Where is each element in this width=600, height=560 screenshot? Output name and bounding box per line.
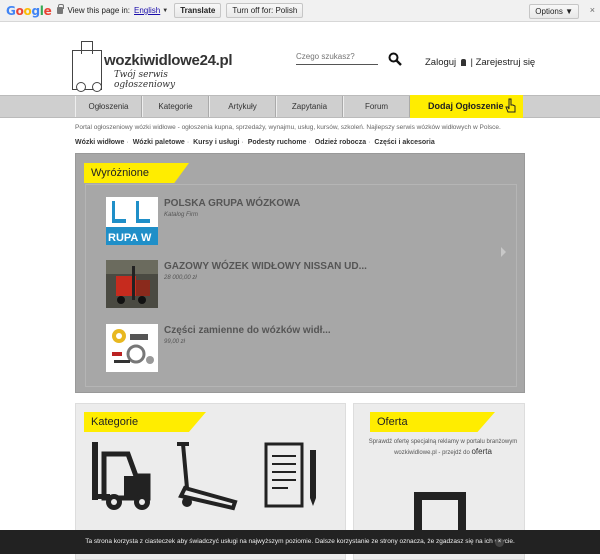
translate-button[interactable]: Translate (174, 3, 222, 18)
category-link[interactable]: Wózki paletowe (133, 139, 185, 146)
clipboard-icon[interactable] (264, 442, 320, 512)
register-link[interactable]: Zarejestruj się (476, 57, 536, 68)
featured-subtitle: Katalog Firm (164, 212, 199, 218)
turn-off-button[interactable]: Turn off for: Polish (226, 3, 304, 18)
separator: | (470, 57, 473, 68)
lock-icon (57, 4, 65, 14)
category-link[interactable]: Wózki widłowe (75, 139, 124, 146)
nav-item-kategorie[interactable]: Kategorie (142, 96, 209, 117)
cookie-text: Ta strona korzysta z ciasteczek aby świa… (85, 538, 515, 545)
nav-item-zapytania[interactable]: Zapytania (276, 96, 343, 117)
search-field[interactable] (296, 52, 378, 65)
featured-subtitle: 28 000,00 zł (164, 275, 197, 281)
hand-pointer-icon (505, 98, 516, 113)
close-icon[interactable]: × (495, 538, 504, 547)
search-input[interactable] (296, 52, 378, 61)
category-link[interactable]: Kursy i usługi (193, 139, 239, 146)
search-icon[interactable] (388, 52, 402, 66)
language-select[interactable]: English (134, 6, 160, 15)
chevron-right-icon[interactable] (501, 247, 506, 257)
close-icon[interactable]: × (590, 5, 595, 15)
featured-item[interactable]: RUPA W POLSKA GRUPA WÓZKOWA Katalog Firm (97, 197, 507, 247)
view-text: View this page in: (67, 6, 130, 15)
featured-carousel: RUPA W POLSKA GRUPA WÓZKOWA Katalog Firm… (85, 184, 517, 387)
offer-heading: Oferta (370, 412, 495, 432)
category-link[interactable]: Części i akcesoria (374, 139, 434, 146)
google-logo: Google (6, 3, 52, 18)
logo-title: wozkiwidlowe24.pl (104, 52, 233, 69)
nav-item-ogloszenia[interactable]: Ogłoszenia (75, 96, 142, 117)
category-link[interactable]: Odzież robocza (315, 139, 366, 146)
translate-bar: Google View this page in: English ▼ Tran… (0, 0, 600, 22)
featured-title: GAZOWY WÓZEK WIDŁOWY NISSAN UD... (164, 261, 367, 272)
featured-subtitle: 99,00 zł (164, 339, 186, 345)
featured-item[interactable]: Części zamienne do wózków widł... 99,00 … (97, 324, 507, 374)
intro-text: Portal ogłoszeniowy wózki widłowe - ogło… (75, 124, 501, 131)
offer-text: Sprawdź ofertę specjalną reklamy w porta… (368, 439, 518, 456)
category-link[interactable]: Podesty ruchome (248, 139, 307, 146)
featured-item[interactable]: GAZOWY WÓZEK WIDŁOWY NISSAN UD... 28 000… (97, 260, 507, 310)
featured-thumb: RUPA W (106, 197, 158, 245)
add-listing-button[interactable]: Dodaj Ogłoszenie (410, 95, 523, 118)
chevron-down-icon[interactable]: ▼ (162, 8, 168, 14)
featured-section: Wyróżnione RUPA W POLSKA GRUPA WÓZKOWA K… (75, 153, 525, 393)
pallet-jack-icon[interactable] (171, 442, 239, 512)
options-button[interactable]: Options ▼ (529, 4, 579, 19)
login-link[interactable]: Zaloguj (425, 57, 456, 68)
nav-item-artykuly[interactable]: Artykuły (209, 96, 276, 117)
site-logo[interactable]: wozkiwidlowe24.pl Twój serwis ogłoszenio… (72, 40, 233, 92)
main-nav: Ogłoszenia Kategorie Artykuły Zapytania … (0, 95, 600, 118)
nav-item-forum[interactable]: Forum (343, 96, 410, 117)
thumb-text: RUPA W (108, 232, 152, 244)
login-area: Zaloguj | Zarejestruj się (425, 57, 535, 68)
forklift-icon[interactable] (86, 442, 158, 512)
user-icon (460, 59, 466, 66)
add-listing-label: Dodaj Ogłoszenie (428, 101, 504, 111)
category-links: Wózki widłowe · Wózki paletowe · Kursy i u… (75, 139, 435, 146)
offer-link[interactable]: oferta (471, 447, 491, 456)
featured-heading: Wyróżnione (84, 163, 189, 183)
featured-thumb (106, 260, 158, 308)
categories-heading: Kategorie (84, 412, 206, 432)
cookie-bar: Ta strona korzysta z ciasteczek aby świa… (0, 530, 600, 554)
featured-thumb (106, 324, 158, 372)
logo-tagline: Twój serwis ogłoszeniowy (114, 70, 176, 90)
featured-title: Części zamienne do wózków widł... (164, 325, 331, 336)
featured-title: POLSKA GRUPA WÓZKOWA (164, 198, 301, 209)
